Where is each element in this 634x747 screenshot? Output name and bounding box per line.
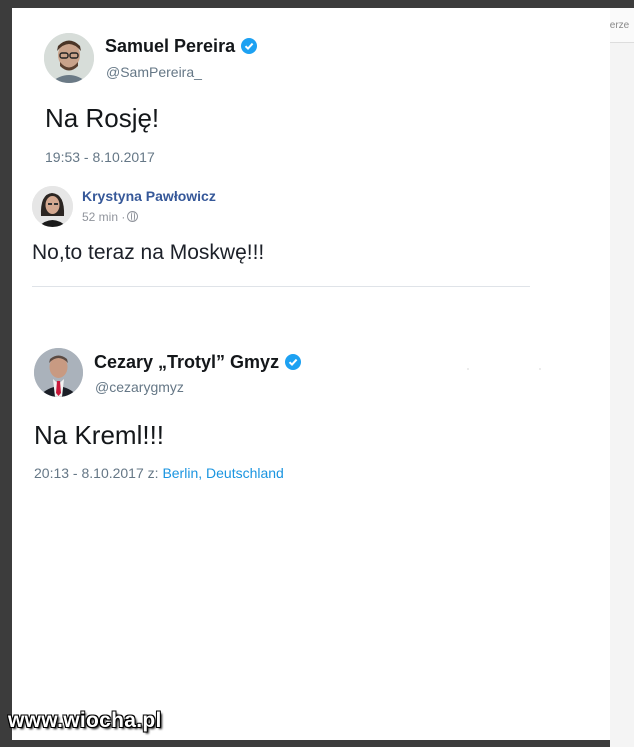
- background-peek-text: terze: [607, 20, 630, 31]
- screenshot-panel: Samuel Pereira @SamPereira_ Na Rosję! 19…: [12, 8, 610, 740]
- tweet2-handle[interactable]: @cezarygmyz: [95, 379, 184, 395]
- verified-badge-icon: [285, 354, 302, 370]
- background-toolbar: terze: [607, 8, 634, 43]
- tweet1-timestamp[interactable]: 19:53 - 8.10.2017: [45, 149, 155, 165]
- watermark: www.wiocha.pl: [8, 709, 162, 732]
- avatar[interactable]: [34, 348, 83, 397]
- tweet2-timestamp[interactable]: 20:13 - 8.10.2017 z: Berlin, Deutschland: [34, 465, 284, 481]
- tweet1-handle[interactable]: @SamPereira_: [106, 64, 202, 80]
- fb-post-text: No,to teraz na Moskwę!!!: [32, 241, 265, 264]
- avatar[interactable]: [32, 186, 73, 227]
- tweet1-text: Na Rosję!: [45, 103, 160, 133]
- avatar[interactable]: [44, 33, 94, 83]
- speck: [467, 368, 469, 370]
- tweet2-author-name[interactable]: Cezary „Trotyl” Gmyz: [94, 352, 302, 373]
- speck: [539, 368, 541, 370]
- fb-author-name[interactable]: Krystyna Pawłowicz: [82, 188, 216, 204]
- samuel-pereira-avatar-image: [44, 33, 94, 83]
- cezary-gmyz-avatar-image: [34, 348, 83, 397]
- divider: [32, 286, 530, 287]
- tweet1-author-name[interactable]: Samuel Pereira: [105, 36, 258, 57]
- location-link[interactable]: Berlin, Deutschland: [162, 465, 283, 481]
- krystyna-pawlowicz-avatar-image: [32, 186, 73, 227]
- globe-icon: [127, 211, 139, 222]
- fb-post-time[interactable]: 52 min ·: [82, 210, 139, 224]
- verified-badge-icon: [241, 38, 258, 54]
- background-window: terze: [607, 8, 634, 747]
- tweet2-text: Na Kreml!!!: [34, 420, 165, 450]
